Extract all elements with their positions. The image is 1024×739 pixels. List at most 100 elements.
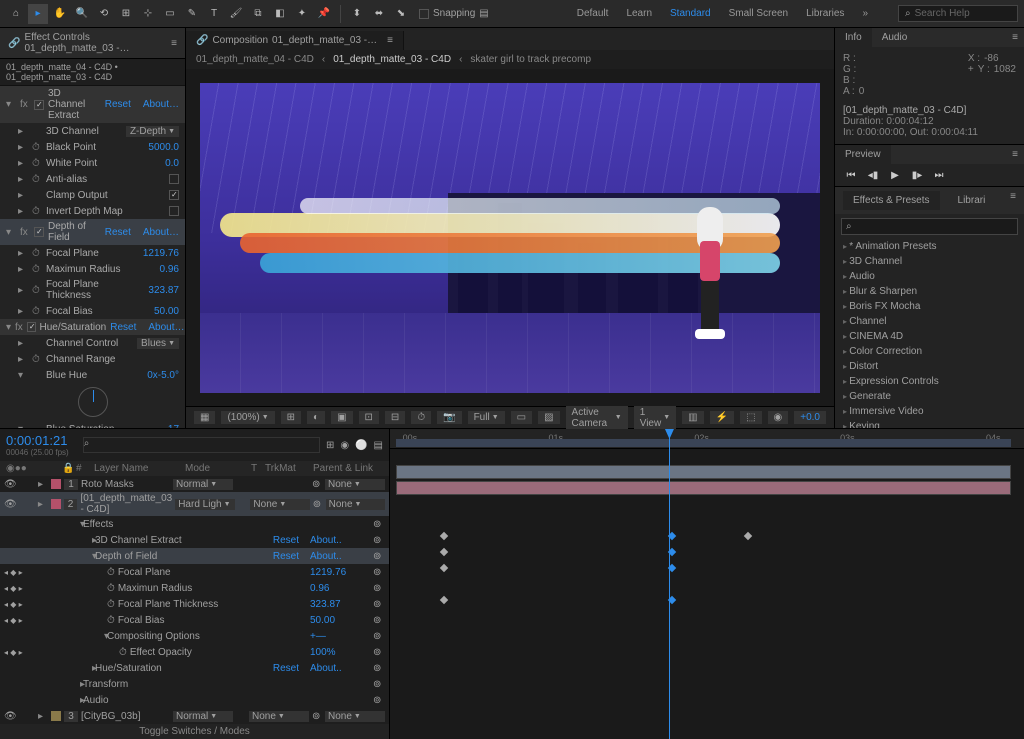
anchor-tool-icon[interactable]: ⊹ xyxy=(138,4,158,24)
help-search[interactable]: ⌕ Search Help xyxy=(898,5,1018,22)
property-checkbox[interactable] xyxy=(169,190,179,200)
ws-overflow-icon[interactable]: » xyxy=(862,8,868,19)
eraser-tool-icon[interactable]: ◧ xyxy=(270,4,290,24)
prev-frame-icon[interactable]: ◂▮ xyxy=(865,168,881,182)
effect-category[interactable]: Keying xyxy=(835,419,1024,428)
timeline-track-area[interactable]: 00s01s02s03s04s xyxy=(390,429,1024,739)
pen-tool-icon[interactable]: ✎ xyxy=(182,4,202,24)
current-timecode[interactable]: 0:00:01:21 xyxy=(6,433,69,448)
local-axis-icon[interactable]: ⬍ xyxy=(347,4,367,24)
work-area-bar[interactable] xyxy=(396,439,1011,447)
transparency-icon[interactable]: ▨ xyxy=(538,411,559,424)
camera-tool-icon[interactable]: ⊞ xyxy=(116,4,136,24)
timeline-row[interactable]: ◂ ◆ ▸⏱Effect Opacity100%⊚ xyxy=(0,644,389,660)
timeline-row[interactable]: ▾Effects⊚ xyxy=(0,516,389,532)
ws-learn[interactable]: Learn xyxy=(626,8,652,19)
effect-property[interactable]: ▸⏱Anti-alias xyxy=(0,171,185,187)
effect-property[interactable]: ▸⏱Focal Bias50.00 xyxy=(0,303,185,319)
libraries-tab[interactable]: Librari xyxy=(948,191,996,210)
world-axis-icon[interactable]: ⬌ xyxy=(369,4,389,24)
ws-small[interactable]: Small Screen xyxy=(729,8,788,19)
resolution-dropdown[interactable]: Full ▼ xyxy=(468,411,505,424)
zoom-dropdown[interactable]: (100%) ▼ xyxy=(221,411,274,424)
effect-property[interactable]: ▸⏱Maximun Radius0.96 xyxy=(0,261,185,277)
ws-default[interactable]: Default xyxy=(577,8,609,19)
snapping-checkbox[interactable] xyxy=(419,9,429,19)
timeline-row[interactable]: ◂ ◆ ▸⏱Focal Plane1219.76⊚ xyxy=(0,564,389,580)
ws-standard[interactable]: Standard xyxy=(670,8,711,19)
effect-category[interactable]: Blur & Sharpen xyxy=(835,284,1024,299)
roto-tool-icon[interactable]: ✦ xyxy=(292,4,312,24)
brush-tool-icon[interactable]: 🖌 xyxy=(226,4,246,24)
pixel-aspect-icon[interactable]: ▥ xyxy=(682,411,703,424)
effect-category[interactable]: Generate xyxy=(835,389,1024,404)
timeline-row[interactable]: ▸Hue/SaturationResetAbout..⊚ xyxy=(0,660,389,676)
effect-controls-tab[interactable]: 🔗 Effect Controls 01_depth_matte_03 -… ≡ xyxy=(0,28,185,59)
color-mgmt-icon[interactable]: ◉ xyxy=(768,411,789,424)
layer-bar-roto[interactable] xyxy=(396,465,1011,479)
zoom-tool-icon[interactable]: 🔍 xyxy=(72,4,92,24)
timeline-row[interactable]: 👁▸3[CityBG_03b]Normal ▼None ▼⊚None ▼ xyxy=(0,708,389,724)
comp-crumb-1[interactable]: 01_depth_matte_03 - C4D xyxy=(333,54,451,65)
angle-dial[interactable] xyxy=(78,387,108,417)
shape-tool-icon[interactable]: ▭ xyxy=(160,4,180,24)
panel-menu-icon[interactable]: ≡ xyxy=(1006,28,1024,47)
effect-property[interactable]: ▸⏱Invert Depth Map xyxy=(0,203,185,219)
ws-libraries[interactable]: Libraries xyxy=(806,8,844,19)
audio-tab[interactable]: Audio xyxy=(872,28,918,47)
panel-menu-icon[interactable]: ≡ xyxy=(1006,145,1024,164)
effect-category[interactable]: CINEMA 4D xyxy=(835,329,1024,344)
timeline-row[interactable]: ◂ ◆ ▸⏱Focal Plane Thickness323.87⊚ xyxy=(0,596,389,612)
clone-tool-icon[interactable]: ⧉ xyxy=(248,4,268,24)
timeline-row[interactable]: ▾Depth of FieldResetAbout..⊚ xyxy=(0,548,389,564)
play-icon[interactable]: ▶ xyxy=(887,168,903,182)
effect-category[interactable]: Expression Controls xyxy=(835,374,1024,389)
timeline-row[interactable]: ◂ ◆ ▸⏱Focal Bias50.00⊚ xyxy=(0,612,389,628)
camera-dropdown[interactable]: Active Camera ▼ xyxy=(566,406,628,430)
snapping-menu-icon[interactable]: ▤ xyxy=(479,8,488,19)
next-frame-icon[interactable]: ▮▸ xyxy=(909,168,925,182)
effect-property[interactable]: ▸Channel ControlBlues ▼ xyxy=(0,335,185,351)
effect-property[interactable]: ▾Blue Saturation-17 xyxy=(0,421,185,428)
comp-crumb-2[interactable]: skater girl to track precomp xyxy=(470,54,591,65)
composition-tab[interactable]: 🔗 Composition 01_depth_matte_03 -… ≡ xyxy=(186,31,404,50)
timeline-row[interactable]: ▾Compositing Options+—⊚ xyxy=(0,628,389,644)
home-icon[interactable]: ⌂ xyxy=(6,4,26,24)
effect-property[interactable]: ▸3D ChannelZ-Depth ▼ xyxy=(0,123,185,139)
effect-property[interactable]: ▸⏱Focal Plane Thickness323.87 xyxy=(0,277,185,303)
timeline-row[interactable]: ◂ ◆ ▸⏱Maximun Radius0.96⊚ xyxy=(0,580,389,596)
snapshot-icon[interactable]: 📷 xyxy=(437,411,461,424)
type-tool-icon[interactable]: T xyxy=(204,4,224,24)
exposure-control[interactable]: +0.0 xyxy=(794,411,826,424)
layer-bar-depth[interactable] xyxy=(396,481,1011,495)
tl-opt-icon[interactable]: ◉ xyxy=(340,440,349,451)
timeline-search[interactable]: ⌕ xyxy=(83,437,320,453)
roi-icon[interactable]: ▭ xyxy=(511,411,532,424)
effect-property[interactable]: ▸⏱White Point0.0 xyxy=(0,155,185,171)
tl-opt-icon[interactable]: ⊞ xyxy=(326,440,334,451)
hand-tool-icon[interactable]: ✋ xyxy=(50,4,70,24)
effect-group-header[interactable]: ▾fx3D Channel ExtractResetAbout… xyxy=(0,86,185,123)
fast-preview-icon[interactable]: ⚡ xyxy=(710,411,734,424)
effect-category[interactable]: 3D Channel xyxy=(835,254,1024,269)
comp-crumb-0[interactable]: 01_depth_matte_04 - C4D xyxy=(196,54,314,65)
effect-property[interactable]: ▸Clamp Output xyxy=(0,187,185,203)
tl-opt-icon[interactable]: ⚪ xyxy=(355,440,367,451)
effect-category[interactable]: * Animation Presets xyxy=(835,239,1024,254)
effect-category[interactable]: Audio xyxy=(835,269,1024,284)
3d-toggle-icon[interactable]: ⬚ xyxy=(740,411,761,424)
snapping-toggle[interactable]: Snapping ▤ xyxy=(419,8,489,19)
effect-property[interactable]: ▸⏱Channel Range xyxy=(0,351,185,367)
effect-property[interactable]: ▸⏱Focal Plane1219.76 xyxy=(0,245,185,261)
view-axis-icon[interactable]: ⬊ xyxy=(391,4,411,24)
effect-property[interactable]: ▸⏱Black Point5000.0 xyxy=(0,139,185,155)
timeline-row[interactable]: ▸3D Channel ExtractResetAbout..⊚ xyxy=(0,532,389,548)
guides-icon[interactable]: ⊟ xyxy=(385,411,405,424)
res-toggle-icon[interactable]: ⊞ xyxy=(281,411,301,424)
effect-group-header[interactable]: ▾fxDepth of FieldResetAbout… xyxy=(0,219,185,245)
info-tab[interactable]: Info xyxy=(835,28,872,47)
effect-category[interactable]: Immersive Video xyxy=(835,404,1024,419)
timeline-row[interactable]: ▸Transform⊚ xyxy=(0,676,389,692)
property-checkbox[interactable] xyxy=(169,174,179,184)
puppet-tool-icon[interactable]: 📌 xyxy=(314,4,334,24)
